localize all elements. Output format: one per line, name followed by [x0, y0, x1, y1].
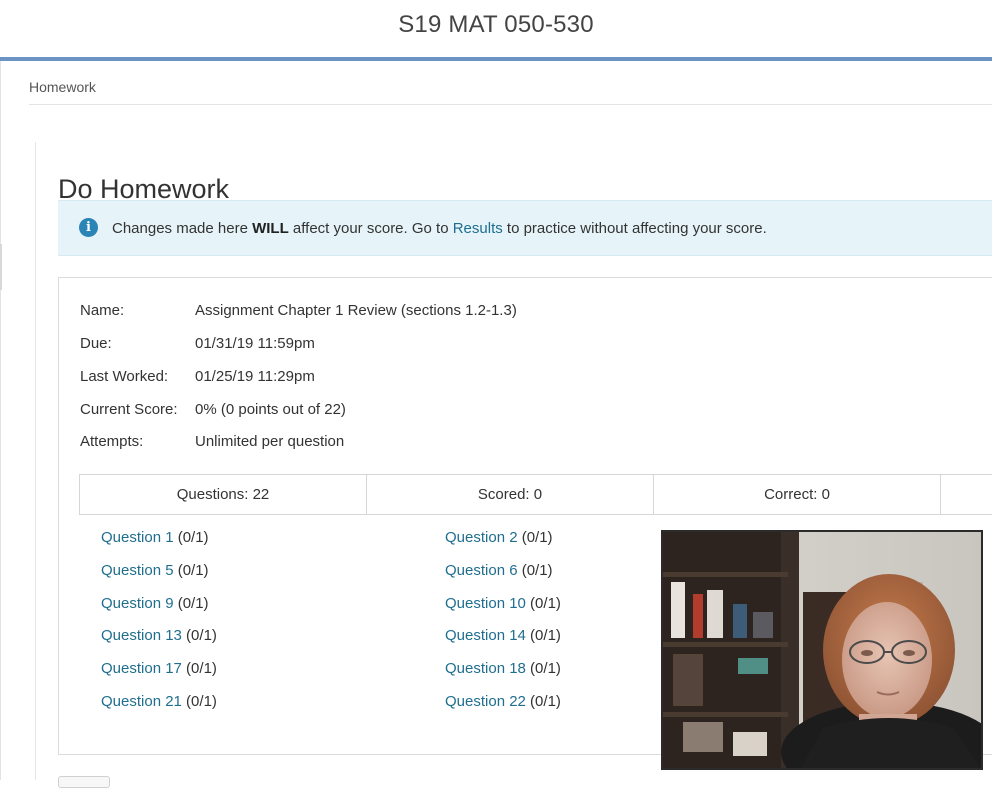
alert-text-middle: affect your score. Go to — [288, 220, 453, 237]
row-label: Due: — [80, 335, 112, 352]
current-score-row: Current Score: 0% (0 points out of 22) — [80, 401, 346, 418]
question-link[interactable]: Question 5 — [101, 562, 174, 579]
question-score: (0/1) — [525, 660, 561, 677]
row-value: 0% (0 points out of 22) — [195, 401, 346, 418]
question-score: (0/1) — [525, 627, 561, 644]
row-label: Attempts: — [80, 433, 144, 450]
stat-questions: Questions: 22 — [80, 475, 367, 514]
content-panel-edge — [35, 142, 36, 780]
question-link[interactable]: Question 10 — [445, 595, 526, 612]
question-link[interactable]: Question 2 — [445, 529, 518, 546]
sidebar-toggle-handle[interactable] — [0, 244, 2, 290]
question-link[interactable]: Question 6 — [445, 562, 518, 579]
row-value: 01/31/19 11:59pm — [195, 335, 315, 352]
question-link[interactable]: Question 18 — [445, 660, 526, 677]
breadcrumb-divider — [29, 104, 992, 105]
alert-text-before: Changes made here — [112, 220, 253, 237]
alert-message: Changes made here WILL affect your score… — [112, 220, 767, 237]
list-item: Question 6 (0/1) — [445, 562, 553, 579]
info-icon: i — [79, 218, 98, 237]
list-item: Question 21 (0/1) — [101, 693, 217, 710]
results-link[interactable]: Results — [453, 220, 503, 237]
info-alert: i Changes made here WILL affect your sco… — [58, 200, 992, 256]
question-link[interactable]: Question 21 — [101, 693, 182, 710]
question-link[interactable]: Question 1 — [101, 529, 174, 546]
stats-bar: Questions: 22 Scored: 0 Correct: 0 — [79, 474, 992, 515]
alert-text-after: to practice without affecting your score… — [502, 220, 767, 237]
left-border — [0, 61, 1, 780]
row-value: Assignment Chapter 1 Review (sections 1.… — [195, 302, 517, 319]
breadcrumb[interactable]: Homework — [29, 79, 96, 95]
due-row: Due: 01/31/19 11:59pm — [80, 335, 315, 352]
row-label: Name: — [80, 302, 125, 319]
stat-scored: Scored: 0 — [367, 475, 654, 514]
row-label: Last Worked: — [80, 368, 169, 385]
question-score: (0/1) — [517, 562, 553, 579]
question-score: (0/1) — [173, 529, 209, 546]
alert-emphasis: WILL — [252, 220, 289, 237]
top-header: S19 MAT 050-530 — [0, 0, 992, 61]
question-link[interactable]: Question 9 — [101, 595, 174, 612]
question-link[interactable]: Question 13 — [101, 627, 182, 644]
list-item: Question 2 (0/1) — [445, 529, 553, 546]
question-score: (0/1) — [525, 595, 561, 612]
list-item: Question 9 (0/1) — [101, 595, 209, 612]
list-item: Question 17 (0/1) — [101, 660, 217, 677]
list-item: Question 13 (0/1) — [101, 627, 217, 644]
webcam-video-overlay[interactable] — [661, 530, 983, 770]
question-link[interactable]: Question 14 — [445, 627, 526, 644]
question-score: (0/1) — [181, 627, 217, 644]
stat-correct: Correct: 0 — [654, 475, 941, 514]
row-label: Current Score: — [80, 401, 178, 418]
list-item: Question 22 (0/1) — [445, 693, 561, 710]
webcam-feed-image — [663, 532, 981, 768]
question-score: (0/1) — [173, 562, 209, 579]
bottom-button[interactable] — [58, 776, 110, 788]
list-item: Question 10 (0/1) — [445, 595, 561, 612]
question-score: (0/1) — [173, 595, 209, 612]
course-title: S19 MAT 050-530 — [398, 11, 594, 38]
stat-extra — [941, 475, 992, 514]
question-score: (0/1) — [181, 693, 217, 710]
question-link[interactable]: Question 17 — [101, 660, 182, 677]
list-item: Question 18 (0/1) — [445, 660, 561, 677]
question-score: (0/1) — [181, 660, 217, 677]
assignment-name-row: Name: Assignment Chapter 1 Review (sectio… — [80, 302, 517, 319]
question-score: (0/1) — [525, 693, 561, 710]
question-link[interactable]: Question 22 — [445, 693, 526, 710]
list-item: Question 1 (0/1) — [101, 529, 209, 546]
list-item: Question 14 (0/1) — [445, 627, 561, 644]
list-item: Question 5 (0/1) — [101, 562, 209, 579]
last-worked-row: Last Worked: 01/25/19 11:29pm — [80, 368, 315, 385]
row-value: Unlimited per question — [195, 433, 345, 450]
attempts-row: Attempts: Unlimited per question — [80, 433, 344, 450]
row-value: 01/25/19 11:29pm — [195, 368, 315, 385]
question-score: (0/1) — [517, 529, 553, 546]
